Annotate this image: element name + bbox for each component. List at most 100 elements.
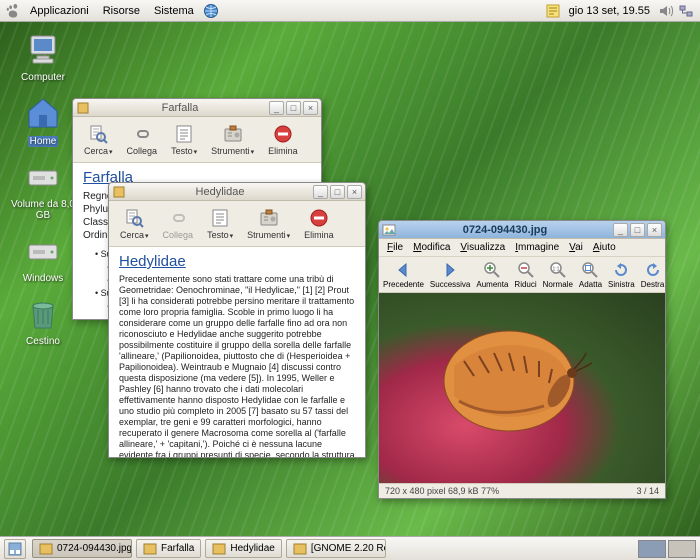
titlebar[interactable]: Farfalla _ □ × xyxy=(73,99,321,117)
dictionary-icon xyxy=(76,101,90,115)
status-right: 3 / 14 xyxy=(636,486,659,496)
close-button[interactable]: × xyxy=(347,185,362,199)
gnome-foot-icon xyxy=(4,3,20,19)
window-title: Hedylidae xyxy=(129,186,311,198)
menu-vai[interactable]: Vai xyxy=(564,240,588,255)
minimize-button[interactable]: _ xyxy=(269,101,284,115)
toolbar-elimina-button[interactable]: Elimina xyxy=(261,121,305,158)
viewer-zoomfit-button[interactable]: Adatta xyxy=(576,259,605,290)
delete-icon xyxy=(272,123,294,145)
maximize-button[interactable]: □ xyxy=(286,101,301,115)
desktop-icon-computer[interactable]: Computer xyxy=(8,30,78,83)
desktop-icon-volume[interactable]: Volume da 8,0 GB xyxy=(8,157,78,221)
zoom100-icon: 1:1 xyxy=(548,260,568,280)
close-button[interactable]: × xyxy=(647,223,662,237)
menu-applicazioni[interactable]: Applicazioni xyxy=(23,3,96,19)
home-icon xyxy=(23,93,63,133)
viewer-zoomout-button[interactable]: Riduci xyxy=(511,259,539,290)
minimize-button[interactable]: _ xyxy=(613,223,628,237)
titlebar[interactable]: Hedylidae _ □ × xyxy=(109,183,365,201)
menu-file[interactable]: File xyxy=(382,240,408,255)
desktop-icon-label: Volume da 8,0 GB xyxy=(8,199,78,221)
desktop-icons: Computer Home Volume da 8,0 GB Windows C… xyxy=(8,30,78,357)
dictionary-icon xyxy=(112,185,126,199)
bottom-panel: 0724-094430.jpgFarfallaHedylidae [GNOME 2… xyxy=(0,536,700,560)
close-button[interactable]: × xyxy=(303,101,318,115)
svg-text:1:1: 1:1 xyxy=(552,267,559,273)
window-title: 0724-094430.jpg xyxy=(399,224,611,236)
toolbar-testo-button[interactable]: Testo▾ xyxy=(200,205,240,242)
drive-icon xyxy=(23,231,63,271)
menubar: FileModificaVisualizzaImmagineVaiAiuto xyxy=(379,239,665,257)
task-button[interactable]: Farfalla xyxy=(136,539,201,558)
viewer-zoomin-button[interactable]: Aumenta xyxy=(473,259,511,290)
tools-icon xyxy=(222,123,244,145)
desktop-icon-label: Cestino xyxy=(8,336,78,347)
minimize-button[interactable]: _ xyxy=(313,185,328,199)
viewer-rotr-button[interactable]: Destra xyxy=(638,259,668,290)
maximize-button[interactable]: □ xyxy=(630,223,645,237)
toolbar-cerca-button[interactable]: Cerca▾ xyxy=(77,121,120,158)
task-button[interactable]: Hedylidae xyxy=(205,539,281,558)
zoomfit-icon xyxy=(580,260,600,280)
link-icon xyxy=(131,123,153,145)
menu-risorse[interactable]: Risorse xyxy=(96,3,147,19)
workspace[interactable] xyxy=(638,540,666,558)
window-title: Farfalla xyxy=(93,102,267,114)
drive-icon xyxy=(23,157,63,197)
trash-icon xyxy=(23,294,63,334)
toolbar-cerca-button[interactable]: Cerca▾ xyxy=(113,205,156,242)
task-button[interactable]: [GNOME 2.20 Releas... xyxy=(286,539,386,558)
desktop-icon-label: Windows xyxy=(8,273,78,284)
maximize-button[interactable]: □ xyxy=(330,185,345,199)
network-tray-icon[interactable] xyxy=(678,3,694,19)
menu-sistema[interactable]: Sistema xyxy=(147,3,201,19)
rotr-icon xyxy=(643,260,663,280)
zoomin-icon xyxy=(482,260,502,280)
tools-icon xyxy=(258,207,280,229)
desktop-icon-home[interactable]: Home xyxy=(8,93,78,147)
search-icon xyxy=(87,123,109,145)
viewer-zoom100-button[interactable]: 1:1Normale xyxy=(540,259,576,290)
image-icon xyxy=(382,223,396,237)
definition-title: Hedylidae xyxy=(119,253,355,270)
show-desktop-button[interactable] xyxy=(4,539,26,559)
browser-launcher-icon[interactable] xyxy=(203,3,219,19)
desktop-icon-label: Home xyxy=(28,136,59,147)
desktop-icon-label: Computer xyxy=(8,72,78,83)
computer-icon xyxy=(23,30,63,70)
viewer-prev-button[interactable]: Precedente xyxy=(380,259,427,290)
statusbar: 720 x 480 pixel 68,9 kB 77% 3 / 14 xyxy=(379,483,665,498)
viewer-next-button[interactable]: Successiva xyxy=(427,259,473,290)
link-icon xyxy=(167,207,189,229)
rotl-icon xyxy=(611,260,631,280)
workspace[interactable] xyxy=(668,540,696,558)
clock[interactable]: gio 13 set, 19.55 xyxy=(563,5,656,17)
toolbar-strumenti-button[interactable]: Strumenti▾ xyxy=(204,121,261,158)
menu-immagine[interactable]: Immagine xyxy=(510,240,564,255)
menu-aiuto[interactable]: Aiuto xyxy=(588,240,621,255)
desktop-icon-windows[interactable]: Windows xyxy=(8,231,78,284)
toolbar-collega-button[interactable]: Collega xyxy=(120,121,165,158)
task-icon xyxy=(212,542,226,556)
viewer-rotl-button[interactable]: Sinistra xyxy=(605,259,638,290)
titlebar[interactable]: 0724-094430.jpg _ □ × xyxy=(379,221,665,239)
task-icon xyxy=(143,542,157,556)
menu-modifica[interactable]: Modifica xyxy=(408,240,455,255)
desktop-icon-cestino[interactable]: Cestino xyxy=(8,294,78,347)
butterfly-image xyxy=(424,311,604,441)
workspace-switcher[interactable] xyxy=(636,540,696,558)
volume-tray-icon[interactable] xyxy=(658,3,674,19)
task-icon xyxy=(293,542,307,556)
toolbar: Cerca▾CollegaTesto▾Strumenti▾Elimina xyxy=(109,201,365,247)
notes-tray-icon[interactable] xyxy=(545,3,561,19)
next-icon xyxy=(440,260,460,280)
image-canvas[interactable] xyxy=(379,293,665,483)
menu-visualizza[interactable]: Visualizza xyxy=(455,240,510,255)
window-image-viewer: 0724-094430.jpg _ □ × FileModificaVisual… xyxy=(378,220,666,499)
toolbar-strumenti-button[interactable]: Strumenti▾ xyxy=(240,205,297,242)
toolbar-testo-button[interactable]: Testo▾ xyxy=(164,121,204,158)
definition-body: Precedentemente sono stati trattare come… xyxy=(119,274,355,457)
toolbar-elimina-button[interactable]: Elimina xyxy=(297,205,341,242)
task-button[interactable]: 0724-094430.jpg xyxy=(32,539,132,558)
